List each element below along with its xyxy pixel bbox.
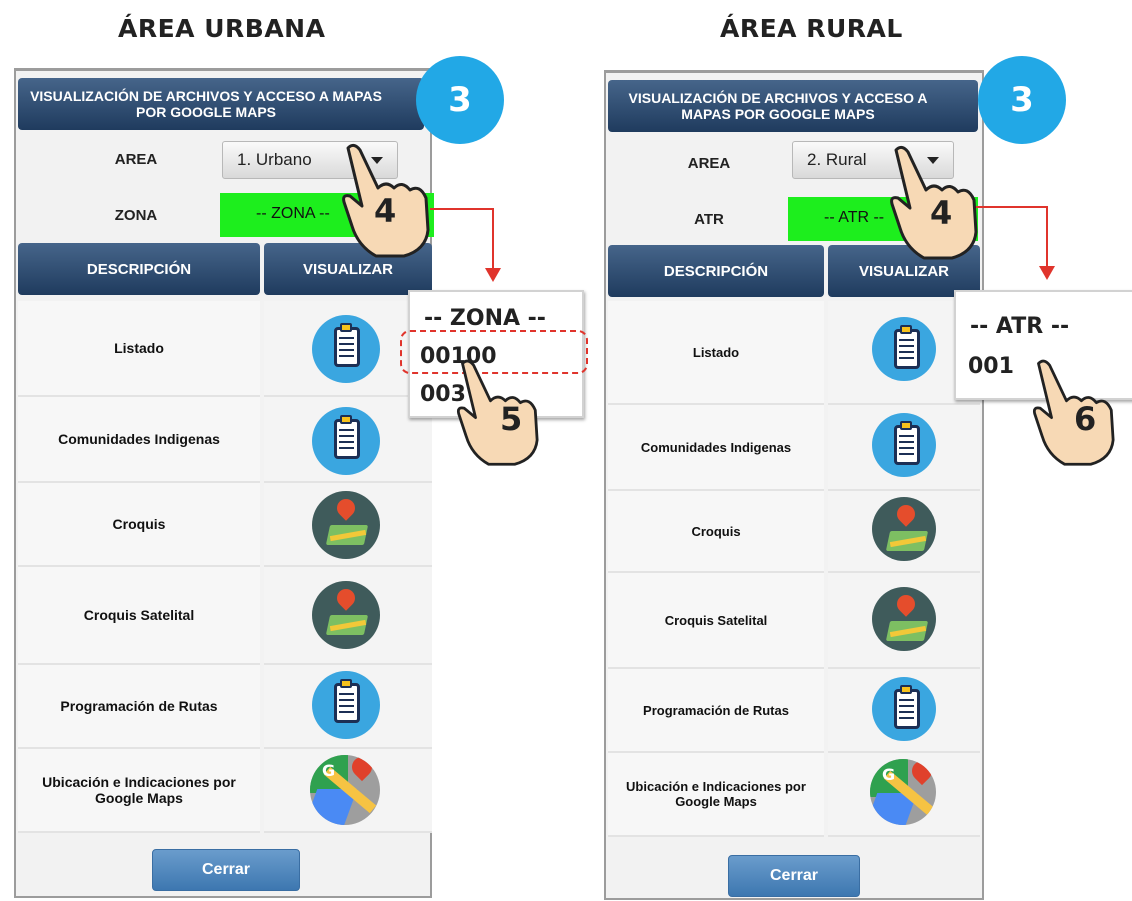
urban-area-label: AREA [114,151,158,168]
urban-view-cell [264,567,432,665]
rural-step-6-label: 6 [1074,400,1097,438]
rural-list-item: Comunidades Indigenas [608,405,824,491]
rural-arrow-line [1046,206,1048,268]
urban-step-3-badge: 3 [416,56,504,144]
rural-area-label: AREA [687,155,731,172]
rural-step-4-label: 4 [930,194,953,232]
hand-pointer-icon [442,356,552,473]
rural-list-item: Croquis [608,491,824,573]
clipboard-icon[interactable] [872,677,936,741]
rural-panel-title: VISUALIZACIÓN DE ARCHIVOS Y ACCESO A MAP… [608,80,978,132]
urban-arrow-head [485,268,501,282]
google-maps-icon[interactable]: G [310,755,380,825]
urban-view-cell [264,483,432,567]
rural-area-select-value: 2. Rural [807,150,867,169]
rural-atr-select-value: -- ATR -- [824,209,885,226]
rural-list-item: Listado [608,301,824,405]
urban-list-item: Croquis [18,483,260,567]
rural-col-description: DESCRIPCIÓN [608,245,824,297]
rural-view-cell [828,573,980,669]
urban-list-item: Comunidades Indigenas [18,397,260,483]
urban-area-heading: ÁREA URBANA [118,14,326,43]
rural-list-item: Croquis Satelital [608,573,824,669]
rural-atr-label: ATR [694,211,724,228]
map-pin-icon[interactable] [312,581,380,649]
urban-step-4-label: 4 [374,192,397,230]
urban-list-item: Croquis Satelital [18,567,260,665]
urban-zona-select-value: -- ZONA -- [256,205,330,222]
rural-area-heading: ÁREA RURAL [720,14,903,43]
rural-step-3-badge: 3 [978,56,1066,144]
urban-panel-title: VISUALIZACIÓN DE ARCHIVOS Y ACCESO A MAP… [18,78,424,130]
hand-pointer-icon [1018,356,1128,473]
clipboard-icon[interactable] [312,671,380,739]
map-pin-icon[interactable] [872,497,936,561]
urban-list-item: Programación de Rutas [18,665,260,749]
clipboard-icon[interactable] [872,317,936,381]
clipboard-icon[interactable] [872,413,936,477]
rural-dropdown-header: -- ATR -- [970,314,1070,339]
urban-arrow-line [492,208,494,270]
urban-view-cell [264,665,432,749]
urban-step-5-label: 5 [500,400,523,438]
rural-view-cell: G [828,753,980,837]
urban-list-item: Listado [18,301,260,397]
urban-zona-label: ZONA [114,207,158,224]
map-pin-icon[interactable] [872,587,936,651]
urban-dropdown-header: -- ZONA -- [424,306,546,331]
urban-area-select-value: 1. Urbano [237,150,312,169]
urban-view-cell [264,397,432,483]
urban-col-description: DESCRIPCIÓN [18,243,260,295]
urban-close-button[interactable]: Cerrar [152,849,300,891]
rural-view-cell [828,405,980,491]
urban-view-cell: G [264,749,432,833]
rural-close-button[interactable]: Cerrar [728,855,860,897]
rural-view-cell [828,491,980,573]
google-maps-icon[interactable]: G [870,759,936,825]
clipboard-icon[interactable] [312,315,380,383]
rural-dropdown-option[interactable]: 001 [968,354,1014,379]
rural-view-cell [828,669,980,753]
clipboard-icon[interactable] [312,407,380,475]
rural-arrow-head [1039,266,1055,280]
urban-list-item: Ubicación e Indicaciones por Google Maps [18,749,260,833]
map-pin-icon[interactable] [312,491,380,559]
rural-list-item: Programación de Rutas [608,669,824,753]
rural-list-item: Ubicación e Indicaciones por Google Maps [608,753,824,837]
